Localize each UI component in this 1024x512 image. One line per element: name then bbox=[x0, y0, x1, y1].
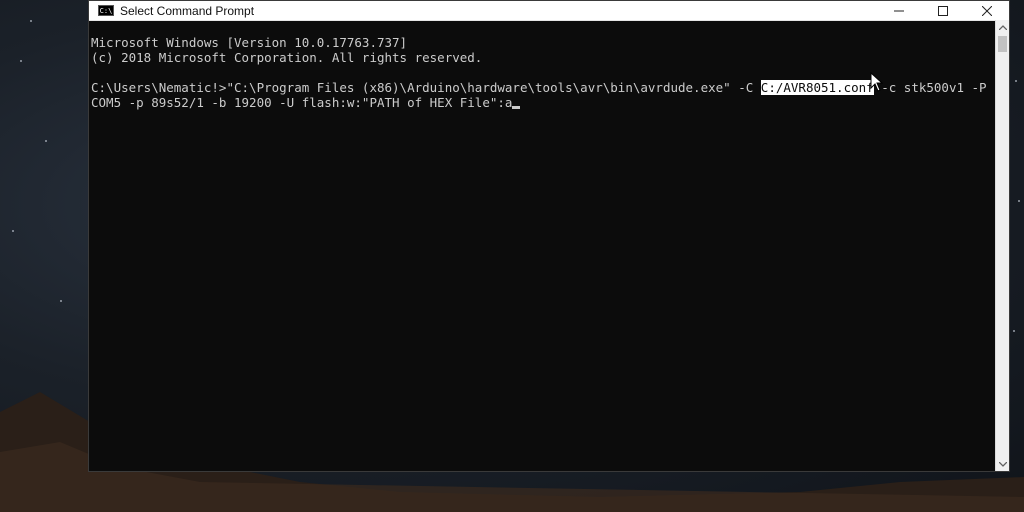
command-prompt-window[interactable]: C:\ Select Command Prompt Microsoft Wind… bbox=[88, 0, 1010, 472]
title-bar[interactable]: C:\ Select Command Prompt bbox=[89, 1, 1009, 21]
maximize-icon bbox=[938, 5, 948, 16]
selected-text[interactable]: C:/AVR8051.conf bbox=[760, 80, 874, 95]
star bbox=[20, 60, 22, 62]
vertical-scrollbar[interactable] bbox=[995, 20, 1009, 471]
chevron-down-icon bbox=[998, 461, 1007, 467]
window-controls bbox=[877, 1, 1009, 20]
chevron-up-icon bbox=[998, 24, 1007, 30]
console-command-line: C:\Users\Nematic!>"C:\Program Files (x86… bbox=[91, 80, 995, 95]
console-line: (c) 2018 Microsoft Corporation. All righ… bbox=[91, 50, 483, 65]
console-line: Microsoft Windows [Version 10.0.17763.73… bbox=[91, 35, 408, 50]
maximize-button[interactable] bbox=[921, 1, 965, 20]
text-cursor bbox=[512, 106, 521, 109]
command-text: COM5 -p 89s52/1 -b 19200 -U flash:w:"PAT… bbox=[91, 95, 513, 110]
close-button[interactable] bbox=[965, 1, 1009, 20]
star bbox=[1018, 200, 1020, 202]
scroll-down-button[interactable] bbox=[996, 457, 1009, 471]
star bbox=[60, 300, 62, 302]
command-text: -c stk500v1 -P bbox=[873, 80, 987, 95]
star bbox=[30, 20, 32, 22]
star bbox=[1013, 330, 1015, 332]
mouse-pointer-icon bbox=[870, 72, 884, 92]
close-icon bbox=[982, 5, 992, 16]
minimize-icon bbox=[894, 10, 904, 11]
command-text: C:\Users\Nematic!>"C:\Program Files (x86… bbox=[91, 80, 761, 95]
command-prompt-icon: C:\ bbox=[98, 5, 114, 16]
star bbox=[12, 230, 14, 232]
scroll-thumb[interactable] bbox=[998, 36, 1007, 52]
window-title: Select Command Prompt bbox=[120, 3, 255, 18]
console-output[interactable]: Microsoft Windows [Version 10.0.17763.73… bbox=[90, 20, 995, 471]
star bbox=[1015, 80, 1017, 82]
minimize-button[interactable] bbox=[877, 1, 921, 20]
star bbox=[45, 140, 47, 142]
console-command-line: COM5 -p 89s52/1 -b 19200 -U flash:w:"PAT… bbox=[91, 95, 995, 110]
scroll-up-button[interactable] bbox=[996, 20, 1009, 34]
